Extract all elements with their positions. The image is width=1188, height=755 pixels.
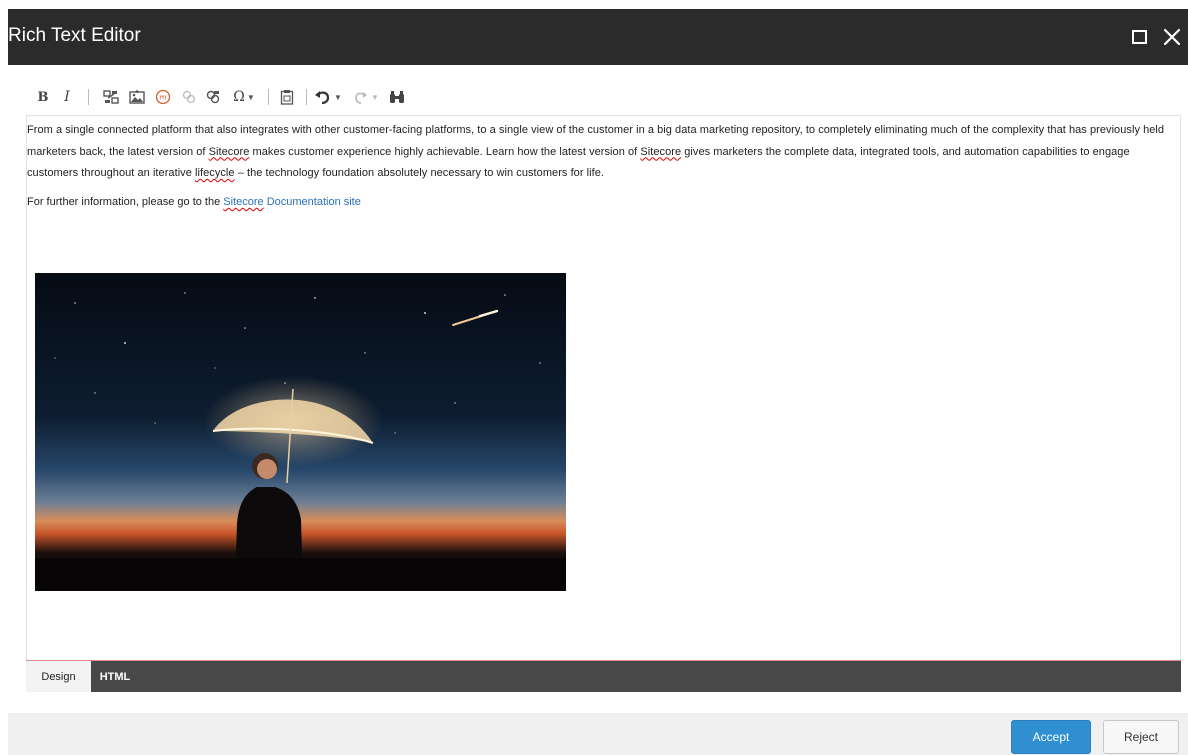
undo-icon[interactable]: ▼ bbox=[314, 87, 342, 107]
chevron-down-icon: ▼ bbox=[246, 92, 255, 102]
editor-area: B I m Ω ▼ ▼ ▼ From a single connected pl… bbox=[8, 65, 1188, 713]
remove-link-icon[interactable] bbox=[180, 87, 198, 107]
misspelled-word: lifecycle bbox=[195, 167, 235, 179]
toolbar-separator bbox=[88, 89, 89, 105]
bold-button[interactable]: B bbox=[36, 87, 50, 107]
title-bar: Rich Text Editor bbox=[8, 9, 1188, 65]
find-replace-icon[interactable] bbox=[388, 87, 406, 107]
inserted-image[interactable] bbox=[35, 273, 566, 591]
toolbar-separator bbox=[268, 89, 269, 105]
content-paragraph: From a single connected platform that al… bbox=[27, 120, 1175, 185]
accept-button[interactable]: Accept bbox=[1011, 720, 1091, 754]
reject-button[interactable]: Reject bbox=[1103, 720, 1179, 754]
paste-icon[interactable] bbox=[278, 87, 296, 107]
editor-content[interactable]: From a single connected platform that al… bbox=[26, 115, 1181, 660]
dialog-title: Rich Text Editor bbox=[8, 25, 141, 46]
misspelled-word: Sitecore bbox=[640, 145, 682, 158]
chevron-down-icon: ▼ bbox=[334, 92, 342, 102]
dialog-footer: Accept Reject bbox=[8, 713, 1188, 755]
rich-text-editor-dialog: Rich Text Editor B I m Ω ▼ ▼ ▼ From a si… bbox=[8, 9, 1188, 755]
tab-html[interactable]: HTML bbox=[91, 661, 139, 692]
link-text: Documentation site bbox=[263, 196, 361, 208]
editor-toolbar: B I m Ω ▼ ▼ ▼ bbox=[8, 65, 1188, 113]
svg-text:m: m bbox=[160, 94, 167, 102]
documentation-link[interactable]: Sitecore Documentation site bbox=[223, 196, 361, 208]
insert-media-icon[interactable]: m bbox=[154, 87, 172, 107]
redo-icon[interactable]: ▼ bbox=[352, 87, 380, 107]
insert-image-icon[interactable] bbox=[128, 87, 146, 107]
symbol-icon[interactable]: Ω ▼ bbox=[230, 87, 258, 107]
italic-button[interactable]: I bbox=[60, 87, 74, 107]
maximize-icon[interactable] bbox=[1126, 23, 1154, 51]
link-word: Sitecore bbox=[223, 196, 264, 208]
chevron-down-icon: ▼ bbox=[371, 92, 379, 102]
toolbar-separator bbox=[306, 89, 307, 105]
text-run: makes customer experience highly achieva… bbox=[249, 145, 641, 158]
symbol-label: Ω bbox=[233, 89, 245, 105]
further-info-paragraph: For further information, please go to th… bbox=[27, 194, 361, 210]
tab-design[interactable]: Design bbox=[26, 661, 91, 692]
text-run: For further information, please go to th… bbox=[27, 196, 224, 208]
insert-link-icon[interactable] bbox=[102, 87, 120, 107]
close-icon[interactable] bbox=[1158, 23, 1186, 51]
misspelled-word: Sitecore bbox=[208, 145, 250, 158]
mode-tabbar: Design HTML bbox=[26, 661, 1181, 692]
sitecore-link-icon[interactable] bbox=[204, 87, 222, 107]
text-run: – the technology foundation absolutely n… bbox=[234, 167, 605, 179]
